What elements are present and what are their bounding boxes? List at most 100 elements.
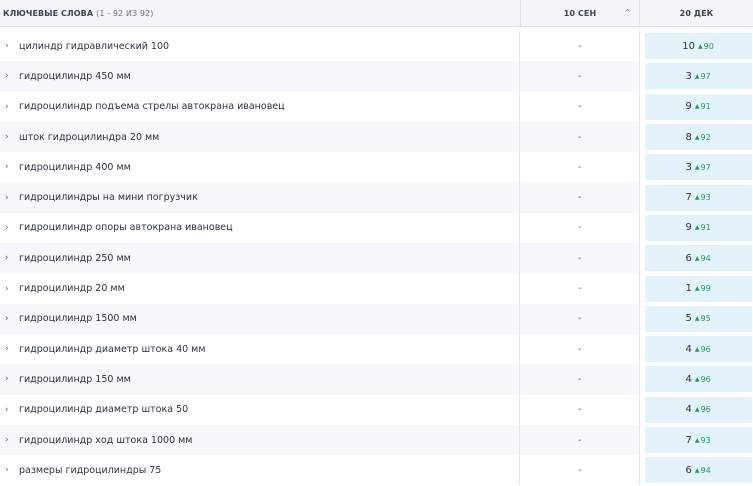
- keyword-cell[interactable]: › гидроцилиндр 250 мм: [0, 243, 521, 274]
- chevron-right-icon[interactable]: ›: [5, 344, 15, 354]
- table-row[interactable]: › гидроцилиндр опоры автокрана ивановец -9…: [0, 212, 753, 244]
- date-1-position: -: [520, 424, 641, 456]
- keyword-text: шток гидроцилиндра 20 мм: [19, 131, 160, 143]
- position-badge: 4 ▲ 96: [644, 396, 752, 423]
- column-header-date-1[interactable]: 10 СЕН ^: [521, 0, 640, 26]
- keyword-cell[interactable]: › гидроцилиндр подъема стрелы автокрана и…: [0, 91, 521, 122]
- keyword-cell[interactable]: › гидроцилиндры на мини погрузчик: [0, 182, 521, 213]
- chevron-right-icon[interactable]: ›: [5, 41, 15, 51]
- position-badge: 6 ▲ 94: [644, 457, 752, 484]
- keyword-cell[interactable]: › гидроцилиндр диаметр штока 40 мм: [0, 333, 521, 365]
- chevron-right-icon[interactable]: ›: [5, 284, 15, 294]
- keyword-text: гидроцилиндр 250 мм: [19, 252, 131, 264]
- date-1-position: -: [520, 182, 641, 213]
- date-1-position: -: [520, 303, 641, 334]
- chevron-right-icon[interactable]: ›: [5, 435, 15, 445]
- position-change: 91: [700, 102, 711, 112]
- keyword-cell[interactable]: › цилиндр гидравлический 100: [0, 31, 521, 62]
- keyword-cell[interactable]: › размеры гидроцилиндры 75: [0, 455, 521, 486]
- triangle-up-icon: ▲: [694, 163, 700, 171]
- triangle-up-icon: ▲: [694, 285, 700, 293]
- position-badge: 4 ▲ 96: [644, 336, 752, 363]
- table-row[interactable]: › шток гидроцилиндра 20 мм -8 ▲ 92: [0, 121, 753, 153]
- position-change: 90: [703, 41, 714, 51]
- keyword-text: цилиндр гидравлический 100: [19, 40, 170, 52]
- position-change: 94: [700, 465, 711, 475]
- date-1-position: -: [520, 121, 641, 153]
- position-change: 94: [700, 253, 711, 263]
- position-badge: 10 ▲ 90: [644, 33, 752, 60]
- position-value: 7: [685, 434, 692, 446]
- date-2-cell: 4 ▲ 96: [640, 364, 753, 394]
- table-row[interactable]: › гидроцилиндр 250 мм -6 ▲ 94: [0, 243, 753, 274]
- date-2-cell: 10 ▲ 90: [640, 31, 753, 61]
- keyword-cell[interactable]: › гидроцилиндр 450 мм: [0, 61, 521, 92]
- position-badge: 9 ▲ 91: [644, 93, 752, 120]
- keyword-text: гидроцилиндр 20 мм: [19, 283, 125, 295]
- table-row[interactable]: › цилиндр гидравлический 100 -10 ▲ 90: [0, 31, 753, 62]
- column-header-keywords[interactable]: КЛЮЧЕВЫЕ СЛОВА (1 - 92 ИЗ 92): [0, 0, 521, 26]
- position-change: 97: [700, 71, 711, 81]
- position-value: 4: [685, 373, 692, 385]
- table-row[interactable]: › гидроцилиндр 150 мм -4 ▲ 96: [0, 364, 753, 395]
- position-change: 93: [700, 193, 711, 203]
- date-1-position: -: [520, 152, 641, 183]
- keyword-cell[interactable]: › шток гидроцилиндра 20 мм: [0, 121, 521, 153]
- position-value: 6: [685, 252, 692, 264]
- table-row[interactable]: › гидроцилиндр 20 мм -1 ▲ 99: [0, 273, 753, 304]
- triangle-up-icon: ▲: [694, 254, 700, 262]
- keyword-text: гидроцилиндр опоры автокрана ивановец: [19, 222, 233, 234]
- date-1-position: -: [520, 273, 641, 304]
- position-value: 9: [685, 222, 692, 234]
- chevron-right-icon[interactable]: ›: [5, 253, 15, 263]
- table-row[interactable]: › гидроцилиндр подъема стрелы автокрана и…: [0, 91, 753, 122]
- keyword-cell[interactable]: › гидроцилиндр ход штока 1000 мм: [0, 424, 521, 456]
- triangle-up-icon: ▲: [694, 133, 700, 141]
- date-2-cell: 6 ▲ 94: [640, 455, 753, 485]
- table-row[interactable]: › гидроцилиндр 1500 мм -5 ▲ 95: [0, 303, 753, 334]
- chevron-right-icon[interactable]: ›: [5, 162, 15, 172]
- chevron-right-icon[interactable]: ›: [5, 374, 15, 384]
- triangle-up-icon: ▲: [694, 466, 700, 474]
- date-2-cell: 9 ▲ 91: [640, 92, 753, 122]
- keyword-text: размеры гидроцилиндры 75: [19, 464, 162, 476]
- triangle-up-icon: ▲: [698, 42, 703, 50]
- chevron-right-icon[interactable]: ›: [5, 223, 15, 233]
- date-2-cell: 3 ▲ 97: [640, 61, 753, 91]
- chevron-right-icon[interactable]: ›: [5, 102, 15, 112]
- keyword-cell[interactable]: › гидроцилиндр 150 мм: [0, 364, 521, 395]
- table-row[interactable]: › гидроцилиндр диаметр штока 50-4 ▲ 96: [0, 394, 753, 425]
- table-row[interactable]: › гидроцилиндр ход штока 1000 мм -7 ▲ 93: [0, 424, 753, 456]
- position-value: 3: [685, 161, 692, 173]
- keyword-cell[interactable]: › гидроцилиндр 20 мм: [0, 273, 521, 304]
- chevron-right-icon[interactable]: ›: [5, 405, 15, 415]
- keyword-cell[interactable]: › гидроцилиндр диаметр штока 50: [0, 394, 521, 425]
- chevron-right-icon[interactable]: ›: [5, 465, 15, 475]
- table-row[interactable]: › гидроцилиндр 400 мм -3 ▲ 97: [0, 152, 753, 183]
- triangle-up-icon: ▲: [694, 315, 700, 323]
- table-header: КЛЮЧЕВЫЕ СЛОВА (1 - 92 ИЗ 92) 10 СЕН ^ 2…: [0, 0, 753, 27]
- keyword-cell[interactable]: › гидроцилиндр опоры автокрана ивановец: [0, 212, 521, 244]
- keyword-text: гидроцилиндр 150 мм: [19, 373, 131, 385]
- date-2-cell: 7 ▲ 93: [640, 182, 753, 212]
- chevron-right-icon[interactable]: ›: [5, 314, 15, 324]
- table-row[interactable]: › гидроцилиндр 450 мм -3 ▲ 97: [0, 61, 753, 92]
- chevron-right-icon[interactable]: ›: [5, 71, 15, 81]
- date-1-position: -: [520, 333, 641, 365]
- date-2-cell: 9 ▲ 91: [640, 213, 753, 243]
- chevron-right-icon[interactable]: ›: [5, 132, 15, 142]
- table-row[interactable]: › размеры гидроцилиндры 75-6 ▲ 94: [0, 455, 753, 486]
- chevron-right-icon[interactable]: ›: [5, 193, 15, 203]
- position-badge: 3 ▲ 97: [644, 63, 752, 90]
- table-row[interactable]: › гидроцилиндры на мини погрузчик -7 ▲ 93: [0, 182, 753, 213]
- keyword-cell[interactable]: › гидроцилиндр 1500 мм: [0, 303, 521, 334]
- position-badge: 5 ▲ 95: [644, 305, 752, 332]
- column-header-date-2[interactable]: 20 ДЕК: [640, 0, 753, 26]
- table-row[interactable]: › гидроцилиндр диаметр штока 40 мм -4 ▲ 96: [0, 333, 753, 365]
- chevron-up-icon[interactable]: ^: [624, 8, 631, 17]
- triangle-up-icon: ▲: [694, 224, 700, 232]
- date-1-position: -: [520, 243, 641, 274]
- keyword-cell[interactable]: › гидроцилиндр 400 мм: [0, 152, 521, 183]
- position-badge: 6 ▲ 94: [644, 245, 752, 272]
- date-1-position: -: [520, 31, 641, 62]
